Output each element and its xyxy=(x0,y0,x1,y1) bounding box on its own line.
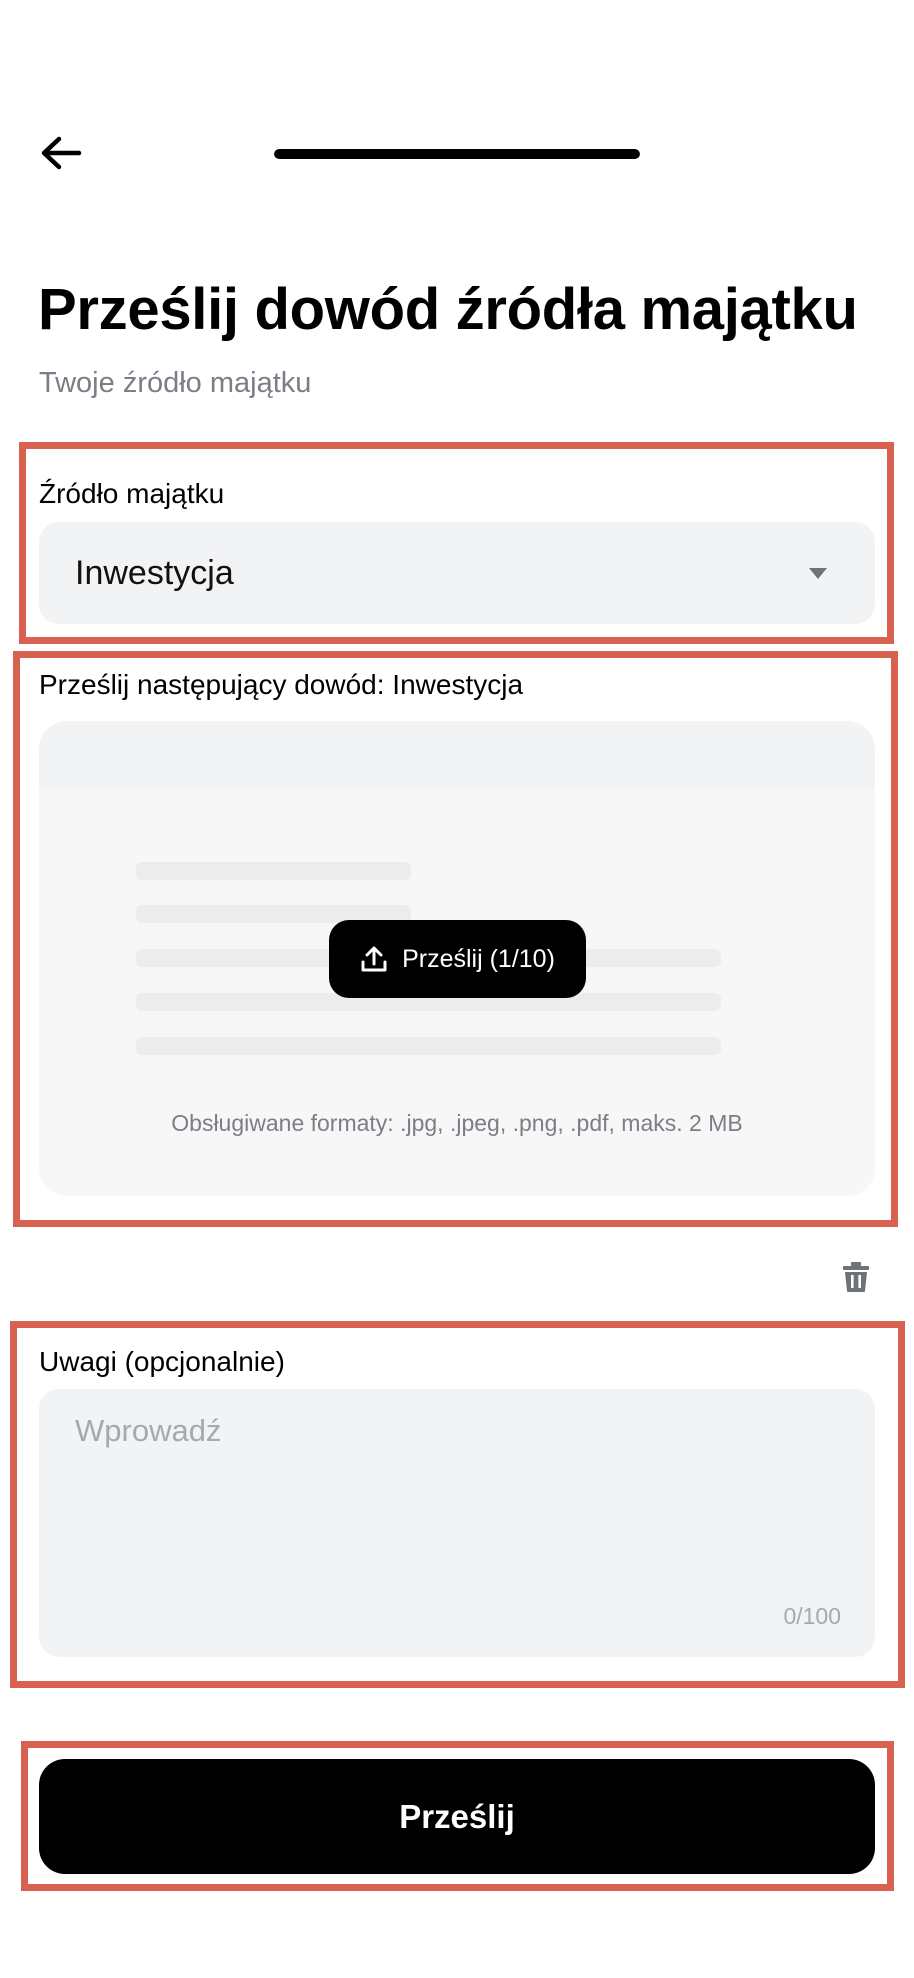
notes-label: Uwagi (opcjonalnie) xyxy=(39,1346,285,1377)
wealth-source-selected-value: Inwestycja xyxy=(75,554,234,592)
notes-character-counter: 0/100 xyxy=(783,1603,841,1629)
page-subtitle: Twoje źródło majątku xyxy=(39,367,312,399)
delete-upload-button[interactable] xyxy=(834,1252,878,1302)
supported-formats-hint: Obsługiwane formaty: .jpg, .jpeg, .png, … xyxy=(171,1110,743,1136)
back-button[interactable] xyxy=(28,124,94,182)
progress-bar xyxy=(274,149,640,159)
document-placeholder-line xyxy=(136,862,411,880)
caret-down-icon xyxy=(809,567,827,579)
page-title: Prześlij dowód źródła majątku xyxy=(38,277,858,342)
upload-button-label: Prześlij (1/10) xyxy=(402,945,555,973)
evidence-label: Prześlij następujący dowód: Inwestycja xyxy=(39,669,524,700)
arrow-left-icon xyxy=(41,136,82,170)
upload-icon xyxy=(361,946,387,972)
submit-button[interactable]: Prześlij xyxy=(39,1759,875,1874)
submit-button-label: Prześlij xyxy=(399,1797,515,1835)
progress-bar-fill xyxy=(274,149,640,159)
wealth-source-select[interactable]: Inwestycja xyxy=(39,522,875,624)
wealth-source-label: Źródło majątku xyxy=(39,478,225,509)
notes-field[interactable]: 0/100 xyxy=(39,1389,875,1657)
document-placeholder-line xyxy=(136,1037,721,1055)
notes-input[interactable] xyxy=(75,1411,839,1581)
upload-preview-header xyxy=(39,721,875,789)
upload-button[interactable]: Prześlij (1/10) xyxy=(329,920,586,998)
trash-icon xyxy=(843,1262,869,1292)
